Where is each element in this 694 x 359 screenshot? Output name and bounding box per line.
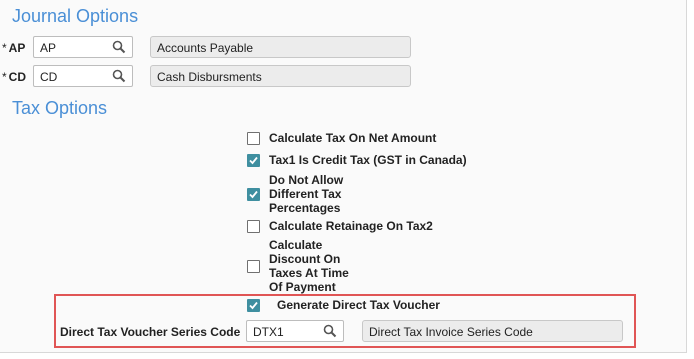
search-icon[interactable]: [112, 69, 126, 83]
checkbox[interactable]: [247, 154, 260, 167]
cd-value: CD: [40, 70, 58, 84]
options-panel: Journal Options * AP AP Accounts Payable …: [0, 0, 687, 353]
ap-value: AP: [40, 41, 57, 55]
ap-label: * AP: [2, 41, 26, 55]
required-marker: *: [2, 41, 7, 55]
ap-lookup-field[interactable]: AP: [33, 36, 133, 58]
checkbox[interactable]: [247, 220, 260, 233]
required-marker: *: [2, 70, 7, 84]
journal-options-heading: Journal Options: [12, 6, 139, 26]
cd-label: * CD: [2, 70, 27, 84]
checkbox[interactable]: [247, 188, 260, 201]
check-icon: [249, 156, 258, 165]
highlight-annotation: [54, 294, 636, 348]
checkbox[interactable]: [247, 132, 260, 145]
checkbox[interactable]: [247, 260, 260, 273]
search-icon[interactable]: [112, 40, 126, 54]
ap-description: Accounts Payable: [150, 36, 411, 58]
cd-lookup-field[interactable]: CD: [33, 65, 133, 87]
cd-description: Cash Disbursments: [150, 65, 411, 87]
tax-options-heading: Tax Options: [12, 98, 108, 118]
check-icon: [249, 190, 258, 199]
